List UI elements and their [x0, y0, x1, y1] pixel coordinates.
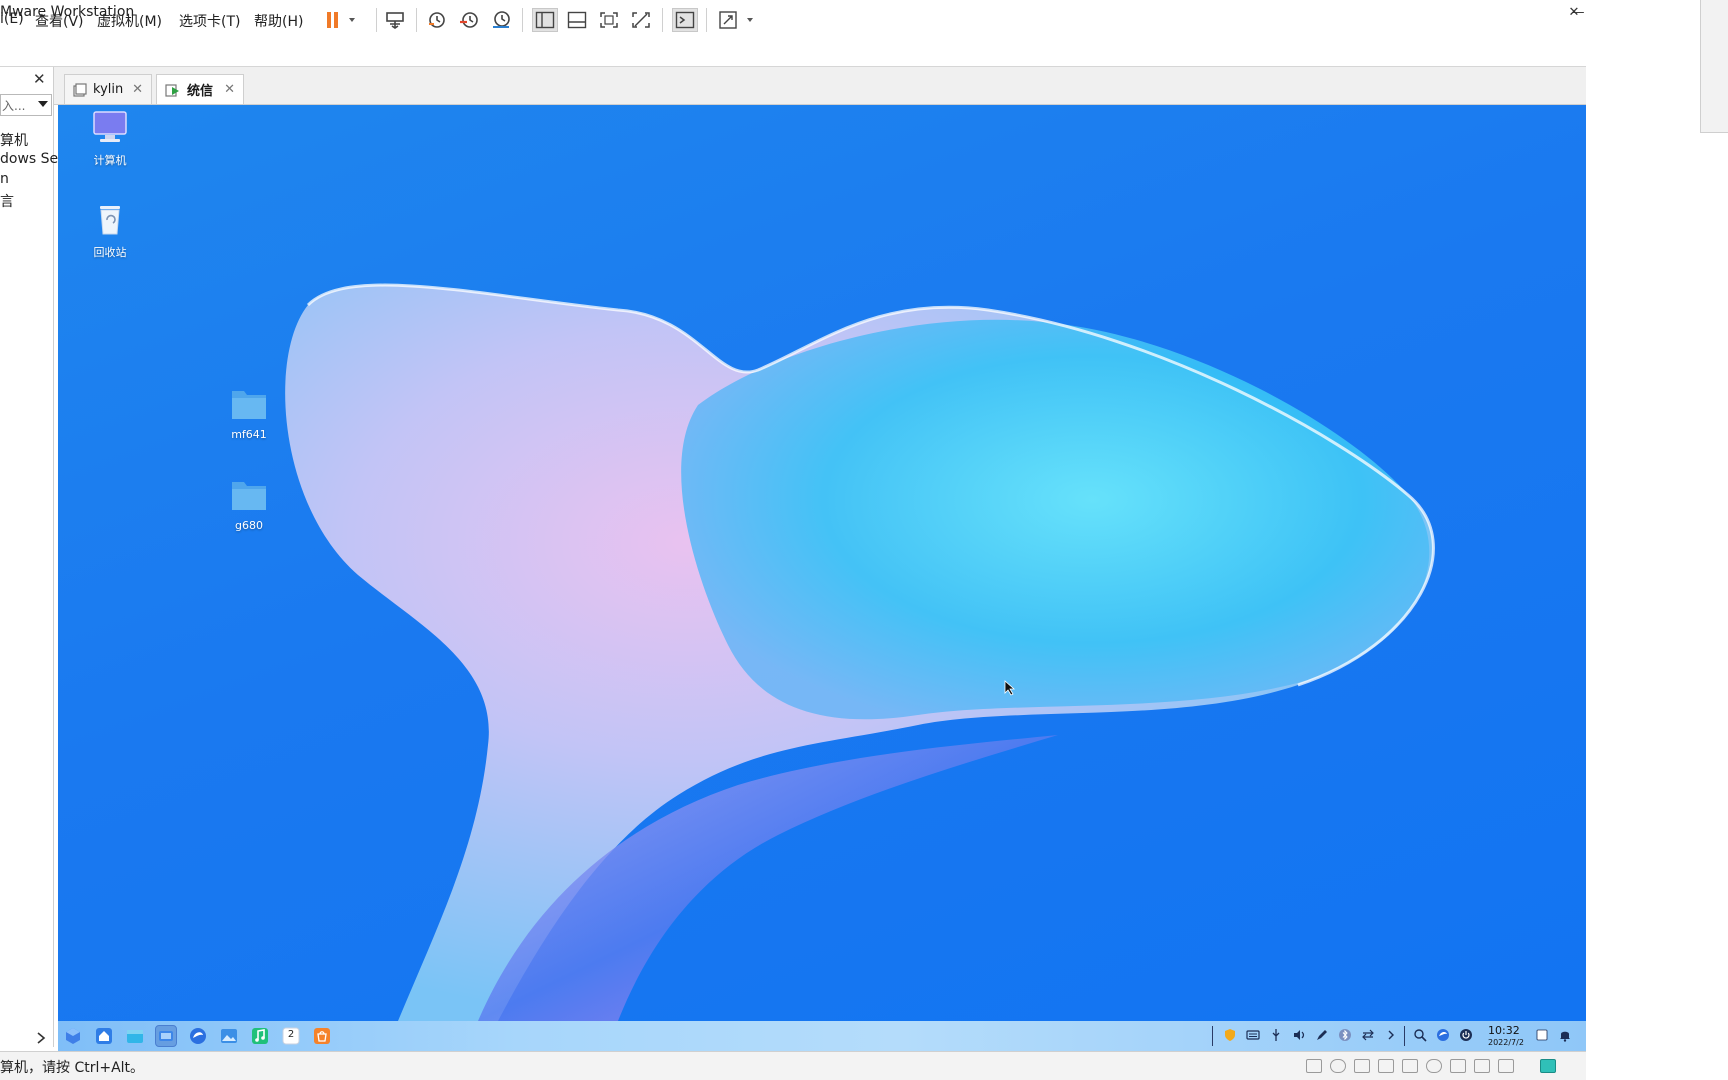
- pause-icon[interactable]: [322, 8, 362, 32]
- network-status-icon[interactable]: [1354, 1059, 1370, 1073]
- calendar-day: 2: [287, 1029, 295, 1040]
- tab-bar: [54, 67, 1586, 105]
- browser-icon[interactable]: [187, 1025, 209, 1047]
- tab-label: kylin: [93, 82, 124, 97]
- menu-bar: [0, 26, 1586, 67]
- toolbar-separator: [522, 8, 523, 32]
- usb-status-icon[interactable]: [1426, 1059, 1442, 1073]
- tray-separator: [1212, 1026, 1213, 1046]
- tab-close-icon[interactable]: ✕: [224, 82, 235, 97]
- library-item[interactable]: 算机: [0, 130, 28, 150]
- notification-bell-icon[interactable]: [1557, 1028, 1573, 1044]
- menu-help[interactable]: 帮助(H): [254, 11, 303, 31]
- toolbar-separator: [662, 8, 663, 32]
- library-item[interactable]: 言: [0, 191, 14, 211]
- desktop-folder-mf641[interactable]: mf641: [209, 385, 289, 441]
- library-search-input[interactable]: 入...: [0, 94, 52, 116]
- printer2-status-icon[interactable]: [1498, 1059, 1514, 1073]
- snapshot-icon[interactable]: [424, 8, 450, 32]
- desktop-icon-label: mf641: [231, 428, 267, 441]
- background-window-edge: [1700, 0, 1728, 133]
- launcher-icon[interactable]: [62, 1025, 84, 1047]
- toolbar-separator: [706, 8, 707, 32]
- image-viewer-icon[interactable]: [218, 1025, 240, 1047]
- notes-icon[interactable]: [1534, 1028, 1550, 1044]
- toolbar-separator: [376, 8, 377, 32]
- full-screen-icon[interactable]: [596, 8, 622, 32]
- close-button[interactable]: ✕: [1562, 2, 1586, 24]
- folder-icon: [232, 391, 266, 419]
- thumbnail-bar-icon[interactable]: [564, 8, 590, 32]
- desktop-folder-g680[interactable]: g680: [209, 476, 289, 532]
- tab-close-icon[interactable]: ✕: [132, 82, 143, 97]
- menu-edit[interactable]: i(E): [0, 11, 24, 27]
- hdd-status-icon[interactable]: [1306, 1059, 1322, 1073]
- toolbar-separator: [416, 8, 417, 32]
- computer-icon: [93, 111, 127, 142]
- trash-icon: [100, 206, 120, 235]
- network-transfer-icon[interactable]: [1360, 1028, 1376, 1044]
- music-icon[interactable]: [249, 1025, 271, 1047]
- vm-screen[interactable]: 计算机 回收站 mf641 g680: [58, 105, 1586, 1021]
- library-panel: [0, 67, 54, 1047]
- desktop-trash[interactable]: 回收站: [70, 201, 150, 260]
- tab-tongxin[interactable]: 统信 ✕: [156, 74, 244, 104]
- menu-view[interactable]: 查看(V): [35, 11, 84, 31]
- home-icon[interactable]: [93, 1025, 115, 1047]
- message-log-icon[interactable]: [1540, 1059, 1556, 1073]
- app-store-icon[interactable]: [311, 1025, 333, 1047]
- send-ctrl-alt-del-icon[interactable]: [382, 8, 408, 32]
- shield-icon[interactable]: [1222, 1028, 1238, 1044]
- calendar-icon[interactable]: 2: [280, 1025, 302, 1047]
- display-status-icon[interactable]: [1450, 1059, 1466, 1073]
- desktop-switch-icon[interactable]: [155, 1025, 177, 1047]
- vm-running-icon: [165, 83, 179, 97]
- clock-date[interactable]: 2022/7/2: [1488, 1038, 1524, 1047]
- search-icon[interactable]: [1412, 1028, 1428, 1044]
- tray-separator: [1404, 1026, 1405, 1046]
- status-hint: 算机，请按 Ctrl+Alt。: [0, 1060, 145, 1076]
- printer-status-icon[interactable]: [1378, 1059, 1394, 1073]
- background-area: [1586, 0, 1728, 1080]
- tab-label: 统信: [187, 84, 214, 99]
- browser-tray-icon[interactable]: [1435, 1028, 1451, 1044]
- library-item[interactable]: dows Se: [0, 151, 58, 167]
- desktop-computer[interactable]: 计算机: [70, 109, 150, 168]
- desktop-icon-label: g680: [235, 519, 263, 532]
- menu-vm[interactable]: 虚拟机(M): [97, 11, 162, 31]
- pen-icon[interactable]: [1314, 1028, 1330, 1044]
- mouse-cursor-icon: [1004, 680, 1016, 696]
- search-placeholder: 入...: [2, 99, 26, 113]
- desktop-icon-label: 回收站: [93, 246, 127, 259]
- file-manager-icon[interactable]: [124, 1025, 146, 1047]
- desktop-icon-label: 计算机: [93, 154, 127, 167]
- wallpaper: [285, 283, 1435, 1021]
- scroll-right-icon[interactable]: [36, 1032, 46, 1048]
- clock-time[interactable]: 10:32: [1488, 1024, 1520, 1037]
- device-status-icon[interactable]: [1474, 1059, 1490, 1073]
- usb-icon[interactable]: [1268, 1028, 1284, 1044]
- library-close-icon[interactable]: ✕: [33, 70, 46, 88]
- bluetooth-icon[interactable]: [1337, 1028, 1353, 1044]
- menu-tabs[interactable]: 选项卡(T): [179, 11, 240, 31]
- keyboard-icon[interactable]: [1245, 1028, 1261, 1044]
- unity-icon[interactable]: [628, 8, 654, 32]
- stretch-guest-icon[interactable]: [716, 8, 760, 32]
- power-icon[interactable]: [1458, 1028, 1474, 1044]
- folder-icon: [232, 482, 266, 510]
- library-view-icon[interactable]: [532, 8, 558, 32]
- sound-status-icon[interactable]: [1402, 1059, 1418, 1073]
- cdrom-status-icon[interactable]: [1330, 1059, 1346, 1073]
- dropdown-arrow-icon[interactable]: [37, 98, 49, 114]
- console-icon[interactable]: [672, 8, 698, 32]
- vm-tab-icon: [73, 82, 87, 97]
- snapshot-manager-icon[interactable]: [488, 8, 514, 32]
- expand-icon[interactable]: [1383, 1028, 1399, 1044]
- status-bar: [0, 1051, 1586, 1080]
- tab-kylin[interactable]: kylin ✕: [64, 74, 152, 104]
- volume-icon[interactable]: [1291, 1028, 1307, 1044]
- library-item[interactable]: n: [0, 171, 9, 187]
- revert-snapshot-icon[interactable]: [456, 8, 482, 32]
